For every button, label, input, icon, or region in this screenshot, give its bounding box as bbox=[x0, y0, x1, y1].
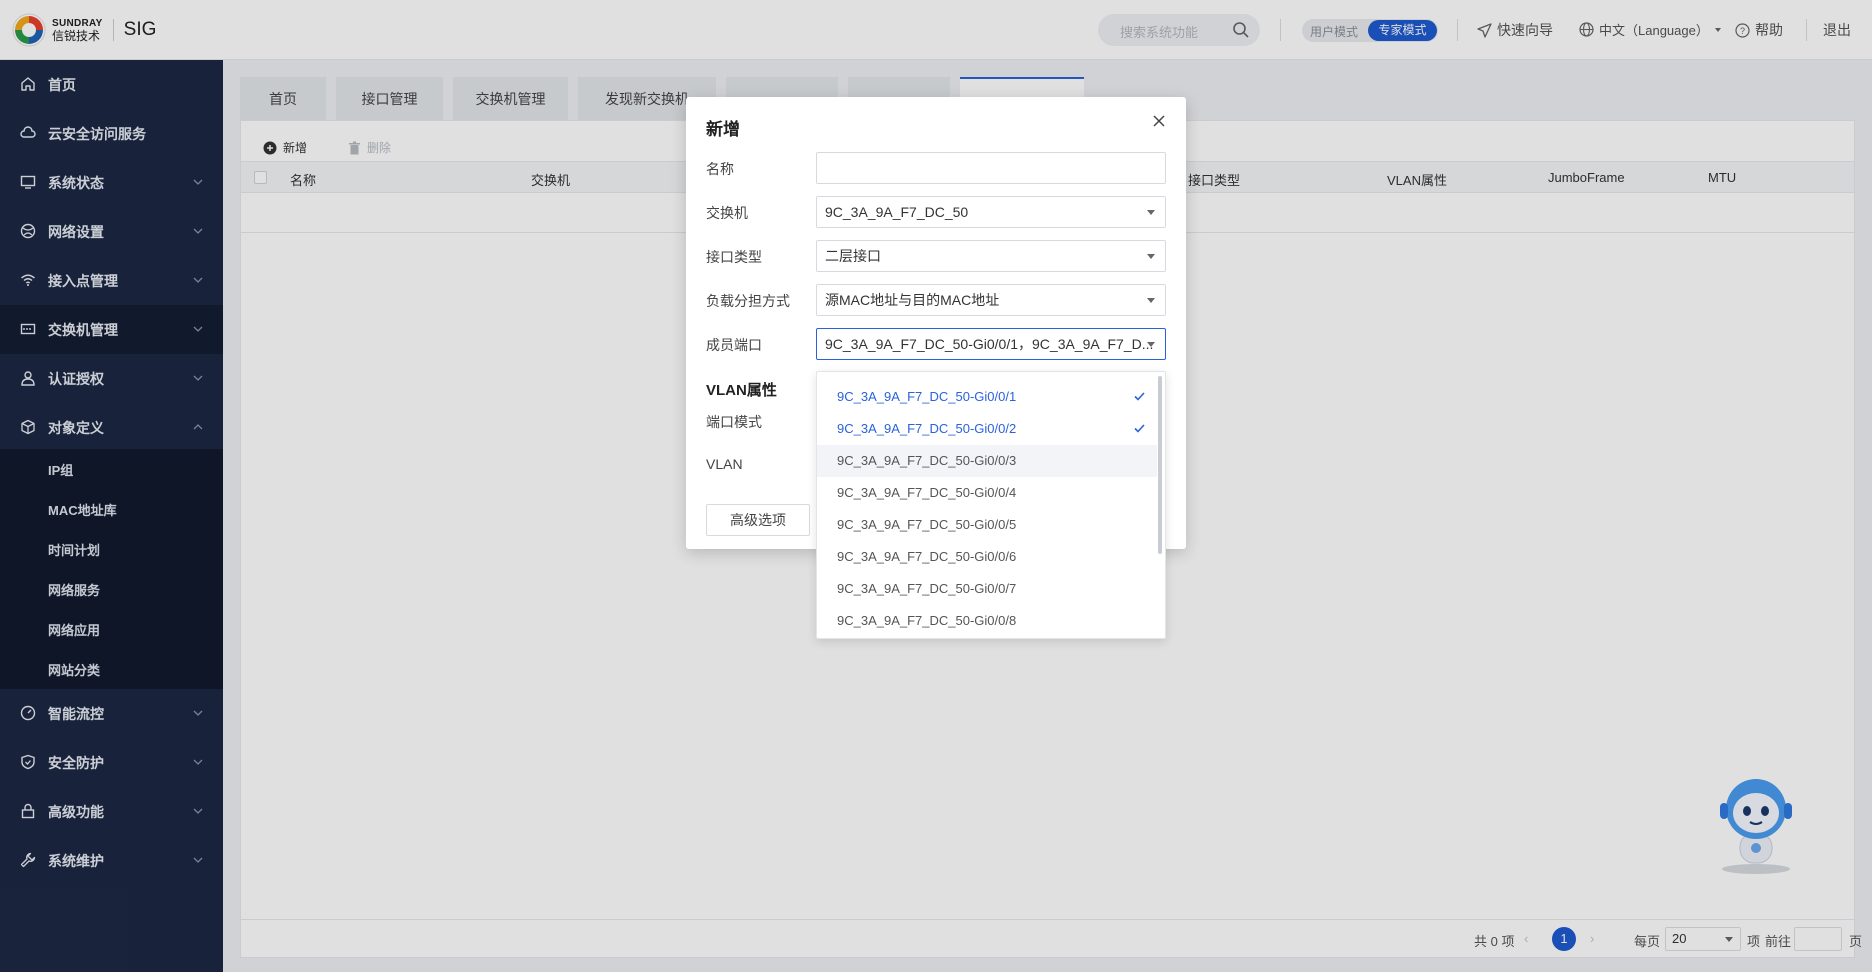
vlan-label: VLAN bbox=[706, 456, 743, 472]
member-ports-select[interactable]: 9C_3A_9A_F7_DC_50-Gi0/0/1，9C_3A_9A_F7_D.… bbox=[816, 328, 1166, 360]
load-balance-select[interactable]: 源MAC地址与目的MAC地址 bbox=[816, 284, 1166, 316]
member-ports-label: 成员端口 bbox=[706, 337, 762, 353]
check-icon bbox=[1134, 424, 1145, 433]
port-option[interactable]: 9C_3A_9A_F7_DC_50-Gi0/0/1 bbox=[817, 381, 1157, 413]
dropdown-scrollbar[interactable] bbox=[1158, 376, 1162, 554]
close-icon[interactable] bbox=[1152, 114, 1166, 131]
port-option[interactable]: 9C_3A_9A_F7_DC_50-Gi0/0/2 bbox=[817, 413, 1157, 445]
port-option[interactable]: 9C_3A_9A_F7_DC_50-Gi0/0/8 bbox=[817, 605, 1157, 637]
interface-type-label: 接口类型 bbox=[706, 249, 762, 265]
name-input[interactable] bbox=[816, 152, 1166, 184]
caret-down-icon bbox=[1147, 210, 1155, 215]
advanced-options-button[interactable]: 高级选项 bbox=[706, 504, 810, 536]
caret-down-icon bbox=[1147, 342, 1155, 347]
port-option[interactable]: 9C_3A_9A_F7_DC_50-Gi0/0/7 bbox=[817, 573, 1157, 605]
switch-select[interactable]: 9C_3A_9A_F7_DC_50 bbox=[816, 196, 1166, 228]
interface-type-select[interactable]: 二层接口 bbox=[816, 240, 1166, 272]
caret-down-icon bbox=[1147, 298, 1155, 303]
port-option[interactable]: 9C_3A_9A_F7_DC_50-Gi0/0/4 bbox=[817, 477, 1157, 509]
caret-down-icon bbox=[1147, 254, 1155, 259]
dialog-title: 新增 bbox=[706, 120, 740, 139]
port-option[interactable]: 9C_3A_9A_F7_DC_50-Gi0/0/5 bbox=[817, 509, 1157, 541]
member-ports-dropdown: 9C_3A_9A_F7_DC_50-Gi0/0/1 9C_3A_9A_F7_DC… bbox=[816, 371, 1166, 639]
port-option[interactable]: 9C_3A_9A_F7_DC_50-Gi0/0/3 bbox=[817, 445, 1157, 477]
name-label: 名称 bbox=[706, 161, 734, 177]
switch-label: 交换机 bbox=[706, 205, 748, 221]
load-balance-label: 负载分担方式 bbox=[706, 293, 790, 309]
check-icon bbox=[1134, 392, 1145, 401]
vlan-section-title: VLAN属性 bbox=[706, 382, 777, 399]
port-mode-label: 端口模式 bbox=[706, 414, 762, 430]
port-option[interactable]: 9C_3A_9A_F7_DC_50-Gi0/0/6 bbox=[817, 541, 1157, 573]
